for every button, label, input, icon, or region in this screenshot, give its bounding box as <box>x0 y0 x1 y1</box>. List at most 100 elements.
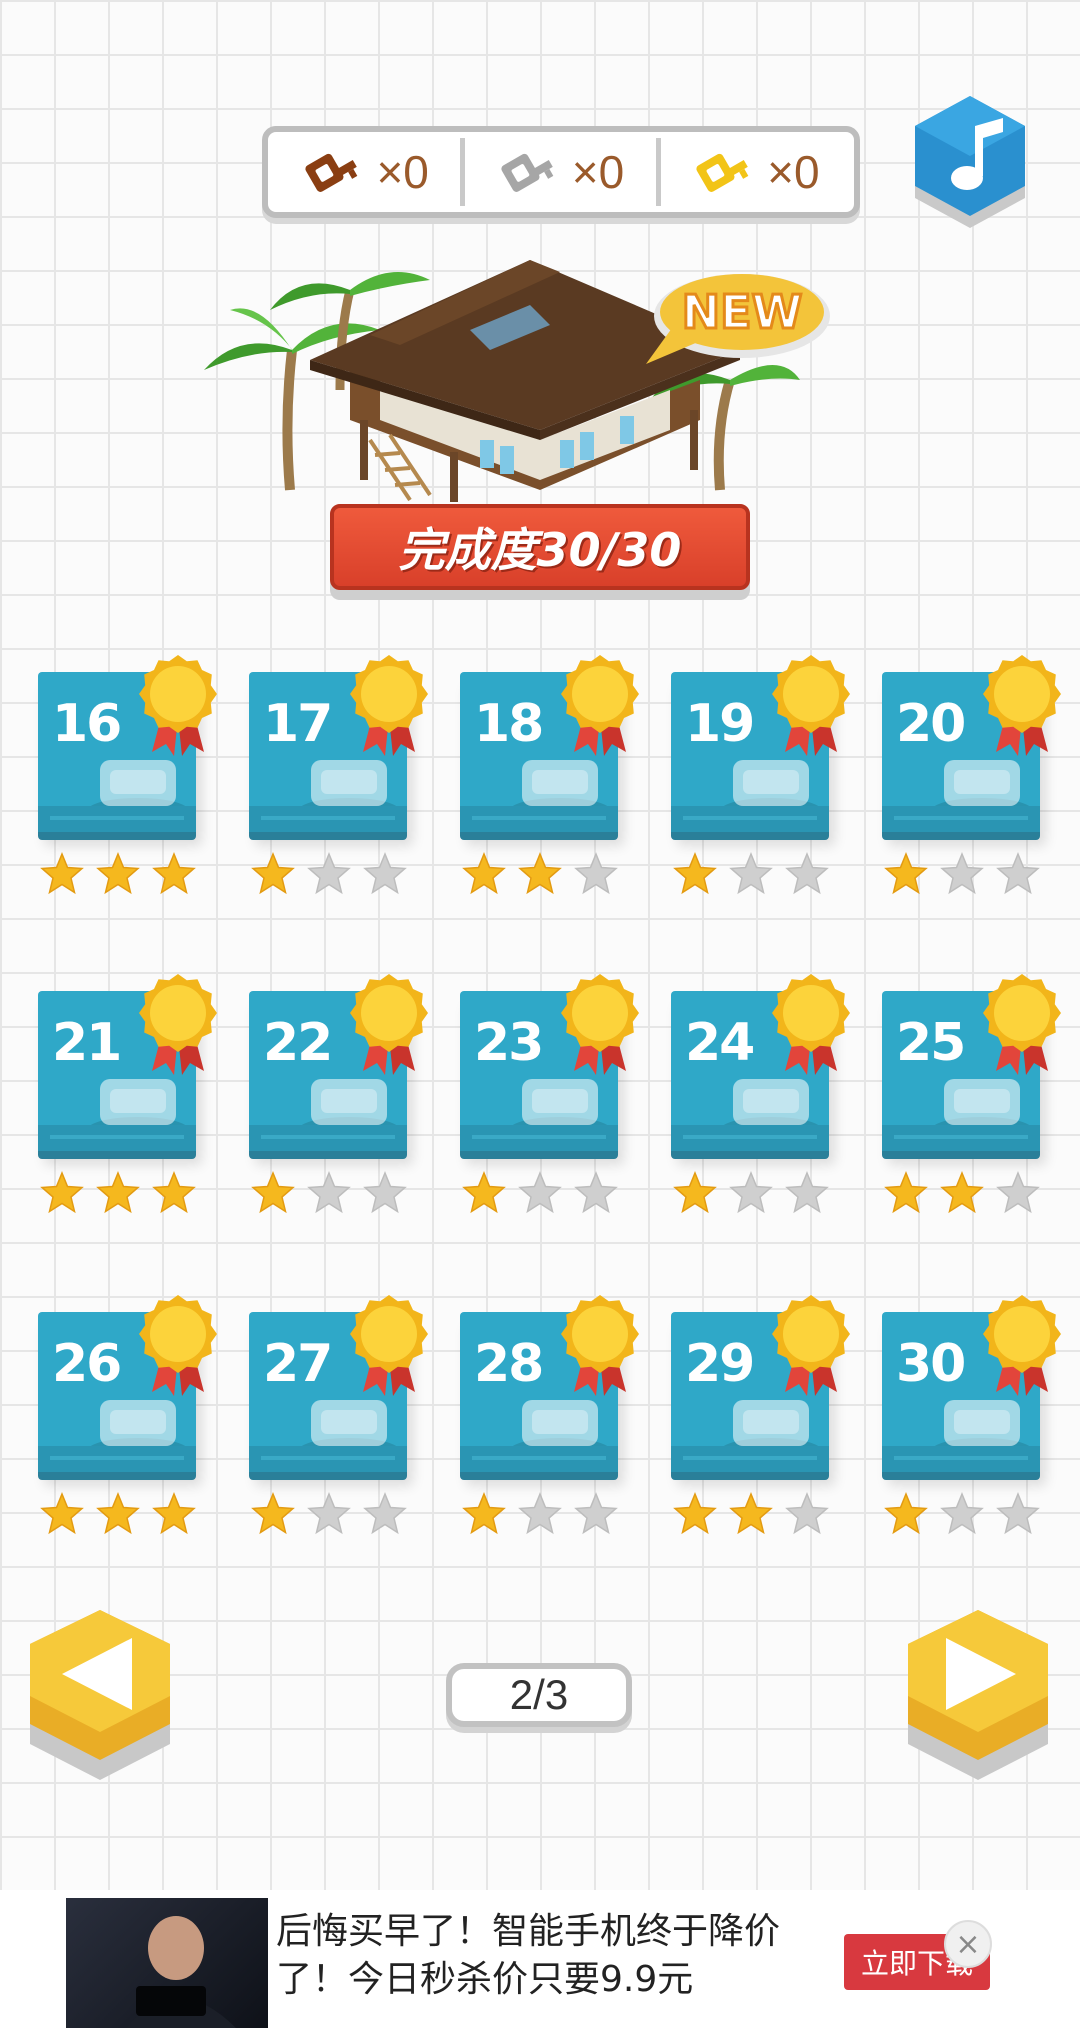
star-filled-icon <box>518 852 562 895</box>
tile-shelf <box>671 806 829 832</box>
gold-medal-icon <box>561 974 639 1075</box>
tile-shelf <box>671 1125 829 1151</box>
star-rating <box>40 852 196 896</box>
level-24-button[interactable]: 24 <box>671 974 850 1214</box>
star-empty-icon <box>518 1492 562 1535</box>
level-18-button[interactable]: 18 <box>460 655 639 895</box>
bronze-key-count: ×0 <box>376 146 429 198</box>
level-30-button[interactable]: 30 <box>882 1295 1061 1535</box>
level-27-button[interactable]: 27 <box>249 1295 428 1535</box>
level-23-button[interactable]: 23 <box>460 974 639 1214</box>
tile-shelf <box>671 1446 829 1472</box>
gold-key-counter: ×0 <box>655 132 854 212</box>
tile-shelf <box>882 1125 1040 1151</box>
level-number: 22 <box>263 1013 333 1073</box>
silver-key-icon <box>501 153 554 192</box>
star-rating <box>462 1171 618 1215</box>
star-empty-icon <box>574 1492 618 1535</box>
silver-key-count: ×0 <box>571 146 625 198</box>
star-filled-icon <box>462 1492 506 1535</box>
star-empty-icon <box>940 852 984 895</box>
level-number: 28 <box>474 1334 544 1394</box>
gold-medal-icon <box>983 655 1061 756</box>
gold-medal-icon <box>350 1295 428 1396</box>
music-button[interactable] <box>905 92 1035 242</box>
gold-medal-icon <box>772 1295 850 1396</box>
star-empty-icon <box>574 852 618 895</box>
star-filled-icon <box>40 1171 84 1214</box>
level-28-button[interactable]: 28 <box>460 1295 639 1535</box>
star-rating <box>40 1171 196 1215</box>
star-rating <box>251 1492 407 1536</box>
star-rating <box>673 852 829 896</box>
star-empty-icon <box>729 1171 773 1214</box>
gold-medal-icon <box>772 974 850 1075</box>
level-26-button[interactable]: 26 <box>38 1295 217 1535</box>
star-empty-icon <box>363 1492 407 1535</box>
level-number: 29 <box>685 1334 755 1394</box>
page-indicator: 2/3 <box>446 1663 632 1727</box>
star-rating <box>40 1492 196 1536</box>
star-filled-icon <box>96 1171 140 1214</box>
gold-medal-icon <box>983 1295 1061 1396</box>
tile-shelf <box>249 806 407 832</box>
star-filled-icon <box>462 1171 506 1214</box>
bronze-key-icon <box>305 153 358 192</box>
level-20-button[interactable]: 20 <box>882 655 1061 895</box>
gold-medal-icon <box>350 974 428 1075</box>
tile-shelf <box>882 1446 1040 1472</box>
ad-image[interactable] <box>66 1898 268 2028</box>
level-number: 17 <box>263 694 333 754</box>
level-19-button[interactable]: 19 <box>671 655 850 895</box>
tile-shelf <box>38 1125 196 1151</box>
star-filled-icon <box>673 1171 717 1214</box>
level-22-button[interactable]: 22 <box>249 974 428 1214</box>
ad-phone-photo <box>126 1916 236 2028</box>
star-empty-icon <box>996 1492 1040 1535</box>
star-rating <box>884 1171 1040 1215</box>
level-17-button[interactable]: 17 <box>249 655 428 895</box>
level-25-button[interactable]: 25 <box>882 974 1061 1214</box>
star-filled-icon <box>251 852 295 895</box>
star-empty-icon <box>307 852 351 895</box>
star-filled-icon <box>462 852 506 895</box>
tile-shelf <box>38 1446 196 1472</box>
level-16-button[interactable]: 16 <box>38 655 217 895</box>
gold-medal-icon <box>561 655 639 756</box>
star-empty-icon <box>518 1171 562 1214</box>
star-rating <box>673 1492 829 1536</box>
gold-medal-icon <box>561 1295 639 1396</box>
ad-headline[interactable]: 后悔买早了！智能手机终于降价了！今日秒杀价只要9.9元 <box>276 1908 806 2004</box>
previous-page-button[interactable] <box>20 1604 180 1794</box>
star-filled-icon <box>940 1171 984 1214</box>
star-filled-icon <box>96 1492 140 1535</box>
completion-progress-banner: 完成度30/30 <box>330 504 750 590</box>
star-rating <box>462 1492 618 1536</box>
star-empty-icon <box>363 1171 407 1214</box>
star-filled-icon <box>40 852 84 895</box>
star-filled-icon <box>251 1492 295 1535</box>
level-21-button[interactable]: 21 <box>38 974 217 1214</box>
tile-shelf <box>882 806 1040 832</box>
gold-medal-icon <box>350 655 428 756</box>
star-filled-icon <box>96 852 140 895</box>
key-counter-bar: ×0 ×0 ×0 <box>262 126 860 218</box>
star-filled-icon <box>40 1492 84 1535</box>
ad-close-button[interactable]: × <box>944 1920 992 1968</box>
level-number: 30 <box>896 1334 966 1394</box>
gold-medal-icon <box>772 655 850 756</box>
star-rating <box>251 852 407 896</box>
level-number: 24 <box>685 1013 755 1073</box>
tile-shelf <box>460 1125 618 1151</box>
star-empty-icon <box>996 852 1040 895</box>
close-icon: × <box>955 1926 981 1962</box>
star-empty-icon <box>729 852 773 895</box>
tile-shelf <box>249 1125 407 1151</box>
next-page-button[interactable] <box>898 1604 1058 1794</box>
tile-shelf <box>460 806 618 832</box>
level-29-button[interactable]: 29 <box>671 1295 850 1535</box>
bronze-key-counter: ×0 <box>268 132 463 212</box>
star-filled-icon <box>152 1492 196 1535</box>
star-empty-icon <box>307 1492 351 1535</box>
tile-shelf <box>38 806 196 832</box>
